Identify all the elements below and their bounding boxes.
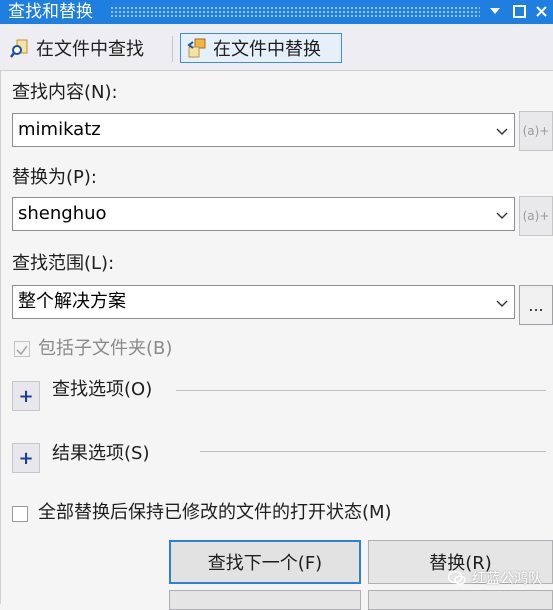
skip-file-button[interactable]	[368, 590, 553, 610]
include-subfolders-checkbox[interactable]	[14, 341, 30, 357]
tab-separator	[172, 36, 173, 62]
chevron-down-icon[interactable]	[496, 209, 508, 221]
find-in-files-icon	[10, 39, 28, 58]
browse-folders-button[interactable]: ...	[519, 285, 553, 325]
maximize-button[interactable]	[510, 2, 528, 20]
result-options-label: 结果选项(S)	[52, 443, 150, 464]
tab-find-in-files-label: 在文件中查找	[36, 39, 144, 60]
include-subfolders-label: 包括子文件夹(B)	[38, 338, 173, 359]
watermark-text: 红蓝公鸿队	[472, 571, 542, 587]
watermark: 红蓝公鸿队	[448, 566, 542, 590]
replace-with-combobox[interactable]: shenghuo	[12, 197, 515, 231]
keep-open-checkbox[interactable]	[12, 506, 28, 522]
find-options-expander[interactable]: +	[12, 381, 40, 411]
regex-builder-icon: (a)+	[522, 124, 550, 138]
plus-icon: +	[18, 385, 34, 407]
wechat-icon	[448, 570, 466, 585]
window-menu-button[interactable]	[486, 2, 504, 20]
regex-builder-icon: (a)+	[522, 209, 550, 223]
tab-find-in-files[interactable]: 在文件中查找	[4, 33, 150, 63]
close-icon	[535, 5, 547, 17]
dropdown-arrow-icon	[490, 8, 500, 14]
find-regex-builder-button[interactable]: (a)+	[519, 111, 553, 151]
plus-icon: +	[18, 447, 34, 469]
replace-in-files-icon	[187, 38, 206, 58]
look-in-combobox[interactable]: 整个解决方案	[12, 285, 515, 319]
replace-regex-builder-button[interactable]: (a)+	[519, 196, 553, 236]
maximize-icon	[512, 4, 526, 18]
browse-ellipsis: ...	[528, 295, 544, 315]
panel-border	[0, 70, 1, 604]
find-what-value: mimikatz	[18, 119, 101, 140]
find-options-divider	[176, 390, 546, 391]
look-in-label: 查找范围(L):	[12, 253, 115, 274]
window-title: 查找和替换	[8, 2, 93, 22]
tab-replace-in-files-label: 在文件中替换	[213, 39, 321, 60]
find-what-combobox[interactable]: mimikatz	[12, 113, 515, 147]
title-bar-grip[interactable]	[110, 6, 480, 17]
close-button[interactable]	[532, 2, 550, 20]
keep-open-label: 全部替换后保持已修改的文件的打开状态(M)	[38, 502, 392, 523]
replace-with-value: shenghuo	[18, 203, 107, 224]
title-bar: 查找和替换	[0, 0, 553, 24]
result-options-divider	[200, 451, 546, 452]
mode-tab-strip: 在文件中查找 在文件中替换	[0, 24, 553, 71]
find-what-label: 查找内容(N):	[12, 82, 118, 103]
chevron-down-icon[interactable]	[496, 297, 508, 309]
result-options-expander[interactable]: +	[12, 443, 40, 473]
chevron-down-icon[interactable]	[496, 125, 508, 137]
tab-replace-in-files[interactable]: 在文件中替换	[180, 33, 342, 63]
replace-with-label: 替换为(P):	[12, 167, 97, 188]
find-next-label: 查找下一个(F)	[207, 553, 323, 574]
replace-all-button[interactable]	[169, 590, 361, 610]
find-next-button[interactable]: 查找下一个(F)	[169, 540, 361, 584]
find-options-label: 查找选项(O)	[52, 379, 153, 400]
look-in-value: 整个解决方案	[18, 291, 126, 312]
checkmark-icon	[16, 345, 28, 356]
